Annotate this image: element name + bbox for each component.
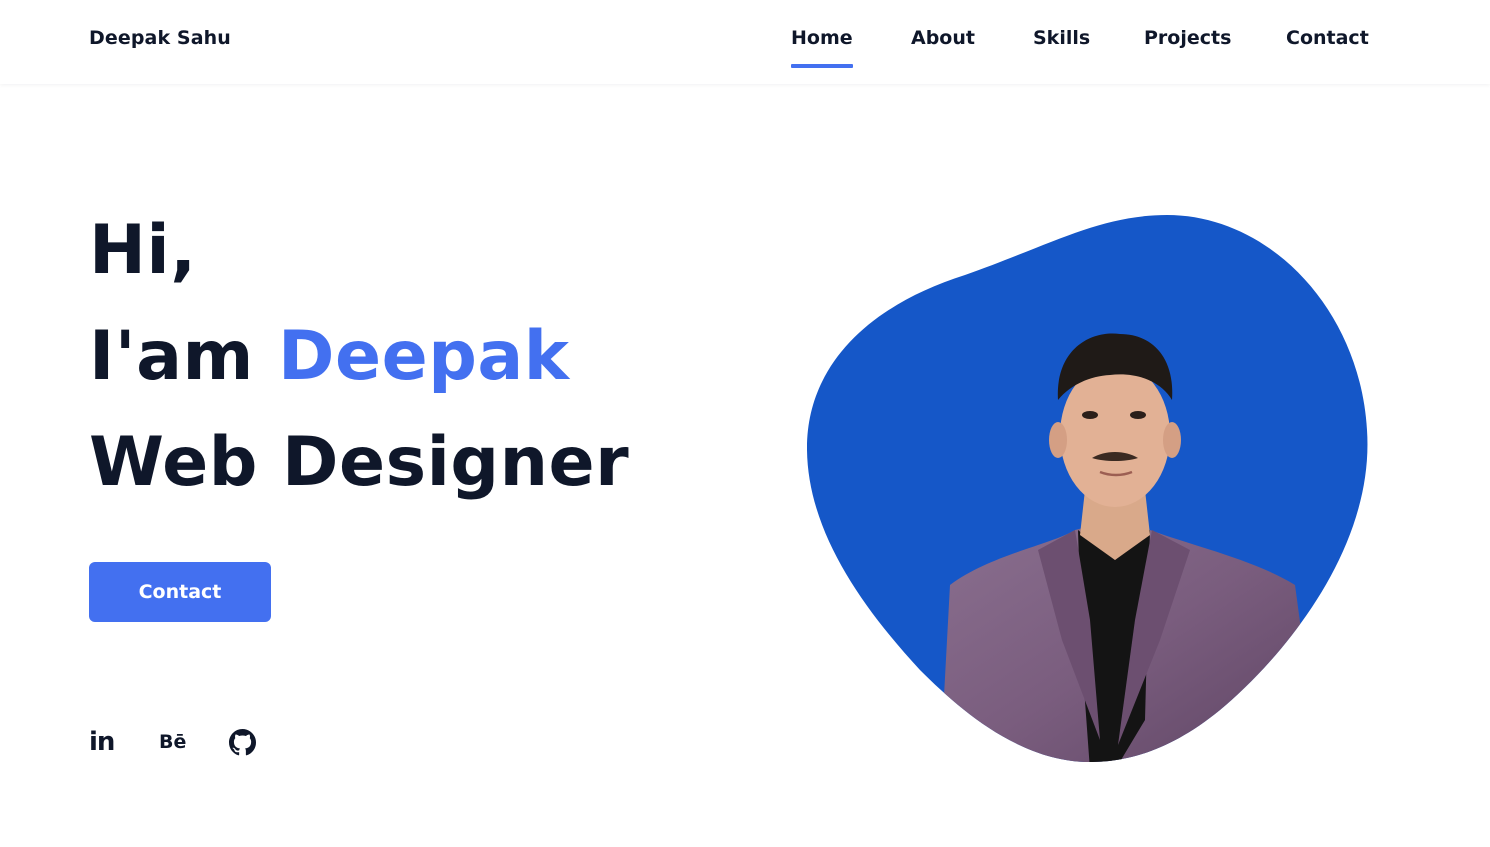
hero-role: Web Designer [89, 423, 630, 502]
hero-title: Hi, I'am Deepak Web Designer [89, 198, 629, 516]
hero-intro: I'am [89, 317, 279, 396]
main-nav: Home About Skills Projects Contact [0, 27, 1490, 77]
behance-icon[interactable]: Bē [159, 726, 186, 758]
nav-home[interactable]: Home [791, 27, 853, 68]
hero-intro-line: I'am Deepak [89, 304, 629, 410]
hero-name: Deepak [278, 317, 570, 396]
nav-skills[interactable]: Skills [1033, 27, 1090, 49]
nav-projects[interactable]: Projects [1144, 27, 1231, 49]
hero-greeting: Hi, [89, 211, 197, 290]
contact-button[interactable]: Contact [89, 562, 271, 622]
nav-about[interactable]: About [911, 27, 975, 49]
nav-contact[interactable]: Contact [1286, 27, 1369, 49]
github-logo [229, 728, 256, 755]
hero-portrait [806, 215, 1368, 762]
github-icon[interactable] [229, 726, 256, 758]
linkedin-icon[interactable]: in [89, 726, 115, 758]
site-header: Deepak Sahu Home About Skills Projects C… [0, 0, 1490, 84]
